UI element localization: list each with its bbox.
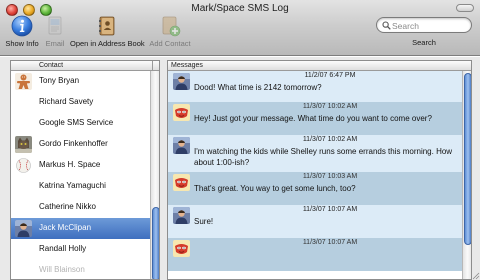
email-label: Email — [45, 39, 65, 48]
show-info-button[interactable]: Show Info — [4, 15, 40, 48]
email-icon — [44, 15, 66, 37]
toolbar: Mark/Space SMS Log Show Info Email Open … — [0, 0, 480, 56]
messages-column-header-label: Messages — [171, 62, 203, 69]
contact-row[interactable]: Richard Savety — [11, 92, 150, 113]
message-timestamp: 11/3/07 10:02 AM — [302, 103, 358, 110]
person-photo-avatar-icon — [173, 73, 190, 90]
message-text: That's great. You way to get some lunch,… — [194, 184, 356, 193]
contact-name: Richard Savety — [39, 97, 94, 106]
message-text: Sure! — [194, 217, 214, 226]
contact-column-header-label: Contact — [39, 62, 64, 69]
info-icon — [11, 15, 33, 37]
contact-name: Catherine Nikko — [39, 202, 96, 211]
window-title: Mark/Space SMS Log — [191, 3, 289, 14]
messages-scroll-thumb[interactable] — [464, 73, 471, 245]
search-input[interactable] — [392, 20, 468, 31]
gingerbread-avatar-icon — [15, 73, 32, 90]
sms-log-window: Mark/Space SMS Log Show Info Email Open … — [0, 0, 480, 280]
mask-avatar-icon — [173, 174, 190, 191]
contact-name: Tony Bryan — [39, 76, 80, 85]
message-text: Dood! What time is 2142 tomorrow? — [194, 83, 322, 92]
contact-row[interactable]: Jack McClipan — [11, 218, 150, 239]
message-text: Hey! Just got your message. What time do… — [194, 114, 432, 123]
contact-name: Gordo Finkenhoffer — [39, 139, 108, 148]
message-timestamp: 11/3/07 10:03 AM — [302, 173, 358, 180]
contact-name: Google SMS Service — [39, 118, 114, 127]
message-timestamp: 11/2/07 6:47 PM — [304, 72, 356, 79]
contact-name: Katrina Yamaguchi — [39, 181, 106, 190]
column-divider — [152, 61, 153, 70]
contact-name: Jack McClipan — [39, 223, 92, 232]
show-info-label: Show Info — [5, 39, 39, 48]
mask-avatar-icon — [173, 240, 190, 257]
messages-column-header[interactable]: Messages — [168, 61, 471, 71]
search-field[interactable] — [376, 17, 472, 33]
contact-name: Will Blainson — [39, 265, 85, 274]
contact-row[interactable]: Tony Bryan — [11, 71, 150, 92]
address-book-icon — [96, 15, 118, 37]
search-icon — [382, 21, 391, 32]
contact-list: Tony Bryan Richard Savety Google SMS Servi… — [11, 71, 150, 279]
contact-row[interactable]: Will Blainson — [11, 260, 150, 279]
person-photo-avatar-icon — [15, 220, 32, 237]
contact-name: Markus H. Space — [39, 160, 101, 169]
person-photo-avatar-icon — [173, 207, 190, 224]
cat-avatar-icon — [15, 136, 32, 153]
contact-row[interactable]: Catherine Nikko — [11, 197, 150, 218]
message-list: 11/2/07 6:47 PM Dood! What time is 2142 t… — [168, 71, 462, 279]
contact-row[interactable]: Randall Holly — [11, 239, 150, 260]
message-body: Dood! What time is 2142 tomorrow? — [168, 73, 462, 102]
contact-name: Randall Holly — [39, 244, 87, 253]
search-label: Search — [412, 38, 436, 47]
contact-column-header[interactable]: Contact — [11, 61, 159, 71]
baseball-avatar-icon — [15, 157, 32, 174]
main-content: Contact Tony Bryan Richard Savety Google S… — [0, 57, 480, 280]
contact-row[interactable]: Gordo Finkenhoffer — [11, 134, 150, 155]
message-body: I'm watching the kids while Shelley runs… — [168, 137, 462, 172]
message-timestamp: 11/3/07 10:07 AM — [302, 206, 358, 213]
add-contact-label: Add Contact — [149, 39, 191, 48]
message-timestamp: 11/3/07 10:07 AM — [302, 239, 358, 246]
open-in-address-book-button[interactable]: Open in Address Book — [70, 15, 145, 48]
contacts-scrollbar[interactable] — [150, 71, 159, 279]
message-body: Sure! — [168, 207, 462, 238]
messages-pane: Messages 11/2/07 6:47 PM Dood! What time … — [167, 60, 472, 280]
contacts-pane: Contact Tony Bryan Richard Savety Google S… — [10, 60, 160, 280]
toolbar-toggle-button[interactable] — [456, 4, 474, 12]
message-timestamp: 11/3/07 10:02 AM — [302, 136, 358, 143]
contact-row[interactable]: Markus H. Space — [11, 155, 150, 176]
message-text: I'm watching the kids while Shelley runs… — [194, 147, 453, 167]
add-contact-button[interactable]: Add Contact — [146, 15, 194, 48]
message-body — [168, 240, 462, 271]
resize-grip[interactable] — [470, 270, 480, 280]
contact-row[interactable]: Katrina Yamaguchi — [11, 176, 150, 197]
contacts-scroll-thumb[interactable] — [152, 207, 159, 279]
message-body: That's great. You way to get some lunch,… — [168, 174, 462, 205]
add-contact-icon — [159, 15, 181, 37]
open-in-address-book-label: Open in Address Book — [70, 39, 145, 48]
email-button[interactable]: Email — [42, 15, 68, 48]
messages-scrollbar[interactable] — [462, 71, 471, 279]
contact-row[interactable]: Google SMS Service — [11, 113, 150, 134]
person-photo-avatar-icon — [173, 137, 190, 154]
mask-avatar-icon — [173, 104, 190, 121]
message-body: Hey! Just got your message. What time do… — [168, 104, 462, 135]
